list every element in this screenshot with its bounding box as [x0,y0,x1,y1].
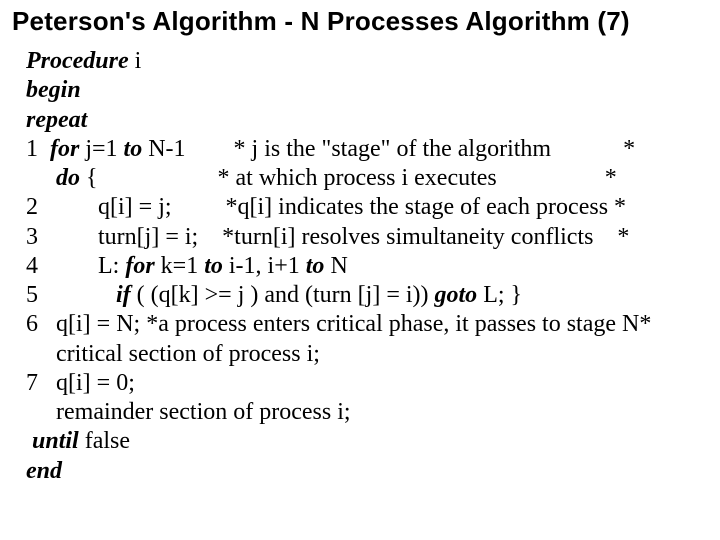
line-4: 4 L: for k=1 to i-1, i+1 to N [26,252,708,281]
line-3: 3 turn[j] = i; *turn[i] resolves simulta… [26,223,708,252]
ln5-prefix: 5 [26,282,116,308]
txt-j1: j=1 [79,136,123,162]
kw-do: do [56,165,80,191]
txt-line7: 7 q[i] = 0; [26,370,135,396]
line-begin: begin [26,76,708,105]
txt-cond: ( (q[k] >= j ) and (turn [j] = i)) [131,282,435,308]
txt-line3: 3 turn[j] = i; *turn[i] resolves simulta… [26,224,629,250]
txt-stage-comment: N-1 * j is the "stage" of the algorithm … [142,136,635,162]
kw-to-3: to [306,253,325,279]
line-7: 7 q[i] = 0; [26,369,708,398]
line-5: 5 if ( (q[k] >= j ) and (turn [j] = i)) … [26,281,708,310]
kw-to-1: to [124,136,143,162]
txt-k1: k=1 [155,253,205,279]
title-strong: Peterson's Algorithm - [12,6,301,36]
line-do: do { * at which process i executes * [26,164,708,193]
kw-to-2: to [204,253,223,279]
line-6: 6 q[i] = N; *a process enters critical p… [26,310,708,339]
kw-begin: begin [26,76,81,105]
txt-goto-tail: L; } [477,282,522,308]
line-until: until false [26,427,708,456]
kw-for-2: for [125,253,154,279]
txt-critical: critical section of process i; [26,341,320,367]
line-remainder: remainder section of process i; [26,398,708,427]
txt-line2: 2 q[i] = j; *q[i] indicates the stage of… [26,194,626,220]
line-1-for: 1 for j=1 to N-1 * j is the "stage" of t… [26,135,708,164]
kw-if: if [116,282,131,308]
algorithm-body: Procedure i begin repeat 1 for j=1 to N-… [12,47,708,486]
txt-procedure-i: i [129,48,142,74]
kw-end: end [26,458,62,484]
kw-until: until [26,428,79,454]
kw-goto: goto [435,282,478,308]
line-end: end [26,457,708,486]
txt-N: N [324,253,347,279]
line-critical: critical section of process i; [26,340,708,369]
indent-do [26,165,56,191]
ln4-prefix: 4 L: [26,253,125,279]
kw-repeat: repeat [26,106,87,135]
kw-for-1: for [50,136,79,162]
line-procedure: Procedure i [26,47,708,76]
kw-procedure: Procedure [26,48,129,74]
line-2: 2 q[i] = j; *q[i] indicates the stage of… [26,193,708,222]
txt-remainder: remainder section of process i; [26,399,351,425]
ln1-num: 1 [26,136,50,162]
txt-false: false [79,428,130,454]
title-rest: N Processes Algorithm (7) [301,6,630,36]
slide-root: Peterson's Algorithm - N Processes Algor… [0,0,720,540]
txt-line6: 6 q[i] = N; *a process enters critical p… [26,311,651,337]
txt-range1: i-1, i+1 [223,253,306,279]
txt-do-comment: { * at which process i executes * [80,165,617,191]
slide-title: Peterson's Algorithm - N Processes Algor… [12,6,708,37]
line-repeat: repeat [26,106,708,135]
